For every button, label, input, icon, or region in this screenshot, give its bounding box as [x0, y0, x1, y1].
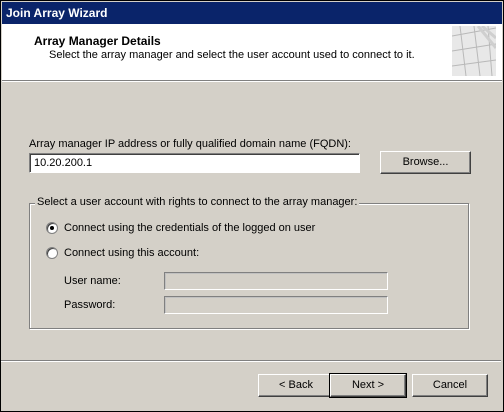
browse-button[interactable]: Browse...	[380, 151, 471, 174]
radio-logged-on-user[interactable]	[46, 222, 58, 234]
fqdn-input[interactable]: 10.20.200.1	[29, 153, 360, 173]
password-field	[164, 296, 388, 314]
fqdn-label: Array manager IP address or fully qualif…	[29, 138, 351, 150]
page-subtitle: Select the array manager and select the …	[49, 49, 415, 61]
radio-this-account-label[interactable]: Connect using this account:	[64, 247, 199, 259]
username-label: User name:	[64, 275, 121, 287]
password-label: Password:	[64, 299, 116, 311]
username-field	[164, 272, 388, 290]
radio-logged-on-user-label[interactable]: Connect using the credentials of the log…	[64, 222, 315, 234]
radio-this-account[interactable]	[46, 247, 58, 259]
page-title: Array Manager Details	[34, 34, 161, 48]
back-button[interactable]: < Back	[258, 374, 334, 397]
wizard-header: Array Manager Details Select the array m…	[2, 24, 502, 81]
title-bar: Join Array Wizard	[2, 2, 502, 24]
footer-divider-highlight	[1, 361, 501, 362]
radio-selected-dot	[50, 226, 54, 230]
header-divider	[2, 81, 502, 82]
cancel-button[interactable]: Cancel	[412, 374, 488, 397]
wizard-graphic-icon	[452, 26, 496, 76]
account-group-legend: Select a user account with rights to con…	[35, 196, 360, 208]
next-button[interactable]: Next >	[329, 373, 407, 398]
